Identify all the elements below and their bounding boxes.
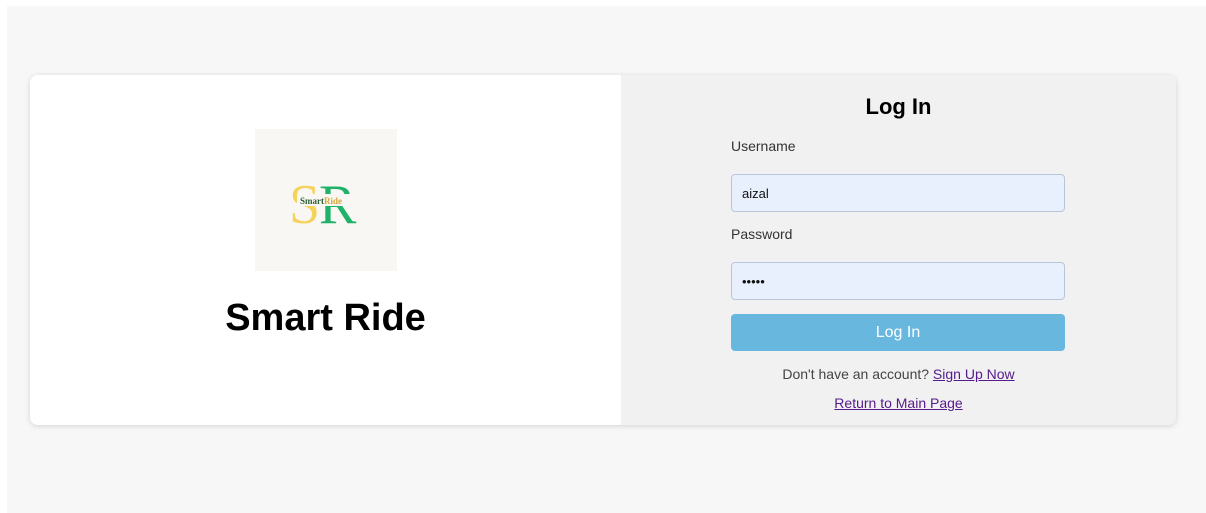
brand-panel: S R SmartRide Smart Ride <box>30 75 621 425</box>
login-card: S R SmartRide Smart Ride Log In Username… <box>30 75 1176 425</box>
signup-prompt-line: Don't have an account? Sign Up Now <box>621 366 1176 382</box>
page-background: S R SmartRide Smart Ride Log In Username… <box>7 6 1206 513</box>
login-button[interactable]: Log In <box>731 314 1065 351</box>
password-label: Password <box>731 226 793 242</box>
logo-graphic: S R SmartRide <box>289 174 359 236</box>
username-input[interactable] <box>731 174 1065 212</box>
brand-name: Smart Ride <box>225 297 426 339</box>
login-panel: Log In Username Password Log In Don't ha… <box>621 75 1176 425</box>
logo-wordmark: SmartRide <box>300 196 342 206</box>
signup-prompt-text: Don't have an account? <box>782 366 930 382</box>
return-main-page-link[interactable]: Return to Main Page <box>834 395 962 411</box>
password-input[interactable] <box>731 262 1065 300</box>
signup-link[interactable]: Sign Up Now <box>933 366 1015 382</box>
username-label: Username <box>731 138 796 154</box>
login-title: Log In <box>865 94 932 119</box>
smart-ride-logo: S R SmartRide <box>255 129 397 271</box>
return-line: Return to Main Page <box>621 395 1176 411</box>
